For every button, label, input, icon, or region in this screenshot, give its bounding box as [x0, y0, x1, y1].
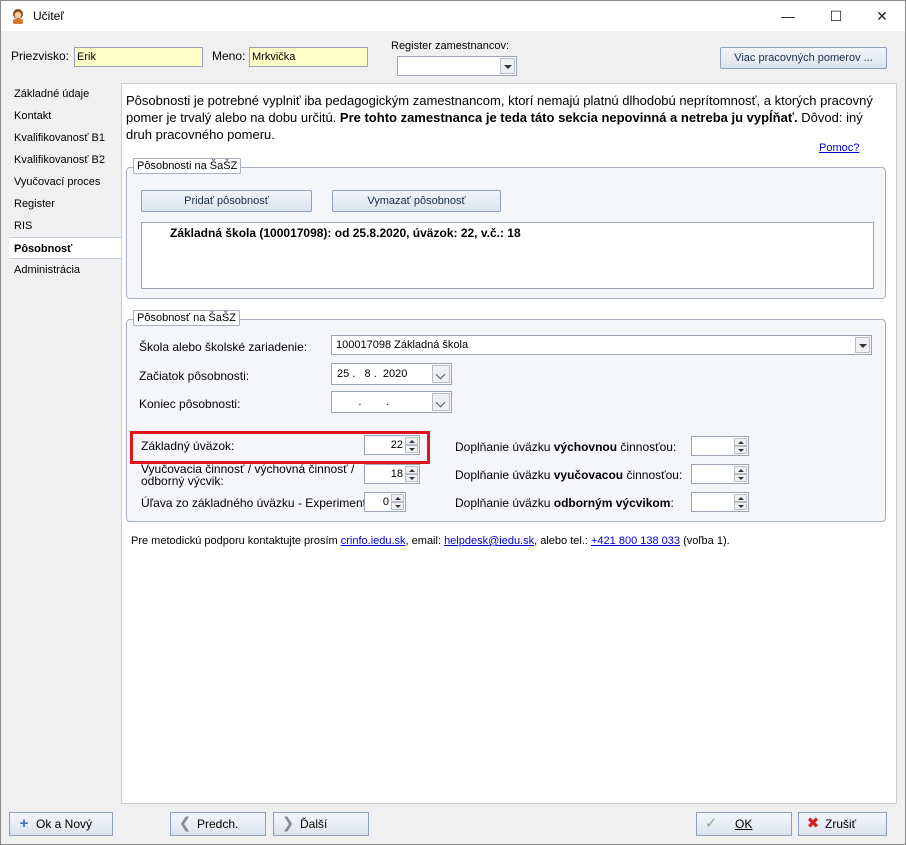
info-bold-text: Pre tohto zamestnanca je teda táto sekci… [339, 110, 798, 125]
surname-label: Priezvisko: [11, 49, 70, 63]
teaching-load-value: 18 [390, 468, 403, 480]
relief-label: Úľava zo základného úväzku - Experiment: [141, 496, 370, 510]
end-date-field[interactable]: . . [331, 391, 452, 413]
scope-detail-group-title: Pôsobnosť na ŠaŠZ [133, 310, 240, 326]
teacher-window: Učiteľ — ☐ ✕ Priezvisko: Erik Meno: Mrkv… [0, 0, 906, 845]
checkmark-icon: ✓ [704, 815, 718, 832]
sidebar-item-register[interactable]: Register [9, 193, 121, 215]
plus-icon: + [19, 815, 29, 832]
delete-scope-button[interactable]: Vymazať pôsobnosť [332, 190, 501, 212]
scope-listbox[interactable]: Základná škola (100017098): od 25.8.2020… [141, 222, 874, 289]
previous-button[interactable]: ❮ Predch. [170, 812, 266, 836]
spin-up-icon[interactable] [405, 466, 418, 474]
sidebar-item-contact[interactable]: Kontakt [9, 105, 121, 127]
window-title: Učiteľ [33, 9, 64, 23]
add-scope-button[interactable]: Pridať pôsobnosť [141, 190, 312, 212]
sidebar-nav: Základné údaje Kontakt Kvalifikovanosť B… [9, 83, 123, 281]
fill-teaching-label: Doplňanie úväzku vyučovacou činnosťou: [455, 468, 683, 482]
ok-button[interactable]: ✓ OK [696, 812, 792, 836]
crinfo-link[interactable]: crinfo.iedu.sk [341, 535, 406, 547]
sidebar-item-administration[interactable]: Administrácia [9, 259, 121, 281]
maximize-button[interactable]: ☐ [813, 1, 859, 31]
start-label: Začiatok pôsobnosti: [139, 369, 250, 383]
spin-down-icon[interactable] [734, 474, 747, 482]
chevron-down-icon[interactable] [500, 58, 515, 74]
name-field[interactable]: Mrkvička [249, 47, 368, 67]
close-x-icon: ✖ [806, 815, 820, 832]
list-item[interactable]: Základná škola (100017098): od 25.8.2020… [170, 226, 521, 240]
end-date-value: . . [337, 396, 389, 408]
more-employment-button[interactable]: Viac pracovných pomerov ... [720, 47, 887, 69]
highlight-frame [130, 431, 430, 464]
support-text: Pre metodickú podporu kontaktujte prosím… [131, 535, 730, 547]
surname-field[interactable]: Erik [74, 47, 203, 67]
scope-detail-group: Pôsobnosť na ŠaŠZ Škola alebo školské za… [126, 310, 886, 522]
main-panel: Pôsobnosti je potrebné vyplniť iba pedag… [121, 83, 897, 804]
name-label: Meno: [212, 49, 246, 63]
relief-spinner[interactable]: 0 [364, 492, 406, 512]
fill-educational-spinner[interactable] [691, 436, 749, 456]
sidebar-item-scope[interactable]: Pôsobnosť [9, 237, 123, 259]
sidebar-item-basic-data[interactable]: Základné údaje [9, 83, 121, 105]
spin-up-icon[interactable] [734, 438, 747, 446]
register-select[interactable] [397, 56, 517, 76]
next-button[interactable]: ❯ Ďalší [273, 812, 369, 836]
fill-training-spinner[interactable] [691, 492, 749, 512]
cancel-button[interactable]: ✖ Zrušiť [798, 812, 887, 836]
scope-list-group: Pôsobnosti na ŠaŠZ Pridať pôsobnosť Vyma… [126, 158, 886, 299]
fill-teaching-spinner[interactable] [691, 464, 749, 484]
phone-link[interactable]: +421 800 138 033 [591, 535, 680, 547]
spin-down-icon[interactable] [405, 474, 418, 482]
sidebar-item-qualification-b2[interactable]: Kvalifikovanosť B2 [9, 149, 121, 171]
spin-up-icon[interactable] [391, 494, 404, 502]
title-bar: Učiteľ — ☐ ✕ [1, 1, 905, 31]
end-label: Koniec pôsobnosti: [139, 397, 241, 411]
teacher-avatar-icon [10, 8, 26, 24]
start-date-value: 25 . 8 . 2020 [337, 368, 408, 380]
scope-list-group-title: Pôsobnosti na ŠaŠZ [133, 158, 242, 174]
spin-down-icon[interactable] [391, 502, 404, 510]
register-label: Register zamestnancov: [391, 40, 509, 52]
spin-down-icon[interactable] [734, 446, 747, 454]
sidebar-item-qualification-b1[interactable]: Kvalifikovanosť B1 [9, 127, 121, 149]
calendar-dropdown-icon[interactable] [432, 365, 450, 383]
chevron-left-icon: ❮ [178, 815, 192, 832]
sidebar-item-teaching-process[interactable]: Vyučovací proces [9, 171, 121, 193]
close-button[interactable]: ✕ [859, 1, 905, 31]
minimize-button[interactable]: — [765, 1, 811, 31]
teaching-load-spinner[interactable]: 18 [364, 464, 420, 484]
calendar-dropdown-icon[interactable] [432, 393, 450, 411]
chevron-down-icon[interactable] [855, 337, 870, 353]
fill-training-label: Doplňanie úväzku odborným výcvikom: [455, 496, 674, 510]
spin-up-icon[interactable] [734, 494, 747, 502]
relief-value: 0 [382, 496, 389, 508]
sidebar-item-ris[interactable]: RIS [9, 215, 121, 237]
fill-educational-label: Doplňanie úväzku výchovnou činnosťou: [455, 440, 677, 454]
school-value: 100017098 Základná škola [336, 339, 469, 351]
ok-new-button[interactable]: + Ok a Nový [9, 812, 113, 836]
school-label: Škola alebo školské zariadenie: [139, 340, 308, 354]
spin-up-icon[interactable] [734, 466, 747, 474]
teaching-load-label: Vyučovacia činnosť / výchovná činnosť / … [141, 462, 355, 488]
help-link[interactable]: Pomoc? [819, 142, 859, 154]
start-date-field[interactable]: 25 . 8 . 2020 [331, 363, 452, 385]
info-text: Pôsobnosti je potrebné vyplniť iba pedag… [126, 92, 886, 143]
spin-down-icon[interactable] [734, 502, 747, 510]
helpdesk-email-link[interactable]: helpdesk@iedu.sk [444, 535, 534, 547]
chevron-right-icon: ❯ [281, 815, 295, 832]
school-select[interactable]: 100017098 Základná škola [331, 335, 872, 355]
